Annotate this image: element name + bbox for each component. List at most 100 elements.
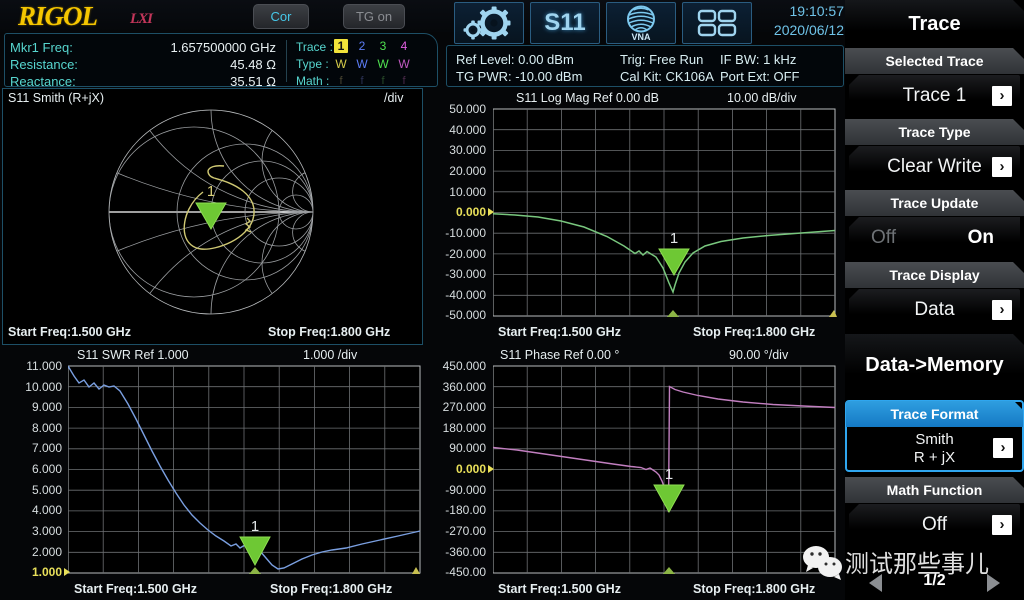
swr-ytick-4: 7.000 xyxy=(31,441,62,455)
rigol-logo: RIGOL xyxy=(18,1,98,31)
chevron-right-icon[interactable]: › xyxy=(992,157,1012,177)
menu-head-trace-format: Trace Format xyxy=(846,401,1023,427)
chevron-right-icon[interactable]: › xyxy=(992,515,1012,535)
chevron-right-icon[interactable]: › xyxy=(992,86,1012,106)
info-divider xyxy=(286,40,287,82)
logmag-ytick-9: -40.000 xyxy=(445,288,486,302)
menu-item-trace-format[interactable]: Smith R + jX › xyxy=(848,427,1019,469)
trace-update-on[interactable]: On xyxy=(968,217,994,259)
trig-text: Trig: Free Run xyxy=(620,52,704,67)
logmag-ytick-1: 40.000 xyxy=(449,123,486,137)
phase-start-freq: Start Freq:1.500 GHz xyxy=(498,582,621,596)
logmag-marker-label: 1 xyxy=(670,230,678,247)
s-parameter-button[interactable]: S11 xyxy=(530,2,600,44)
logmag-ytick-2: 30.000 xyxy=(449,143,486,157)
trace-type-4: W xyxy=(398,57,410,71)
swr-plot[interactable]: 1 xyxy=(68,362,422,577)
clock-display: 19:10:57 2020/06/12 xyxy=(756,2,844,40)
menu-pager: 1/2 xyxy=(845,570,1024,596)
menu-head-trace-type: Trace Type xyxy=(845,119,1024,145)
menu-item-data-to-memory[interactable]: Data->Memory xyxy=(845,334,1024,394)
menu-item-trace-display[interactable]: Data › xyxy=(849,289,1020,331)
phase-ytick-2: 270.000 xyxy=(442,400,486,414)
trace-math-2: f xyxy=(360,75,364,87)
phase-ytick-7: -180.00 xyxy=(445,503,486,517)
trace-num-3[interactable]: 3 xyxy=(376,39,390,53)
phase-stop-freq: Stop Freq:1.800 GHz xyxy=(693,582,816,596)
trace-num-2[interactable]: 2 xyxy=(355,39,369,53)
tg-pwr-text: TG PWR: -10.00 dBm xyxy=(456,69,583,84)
phase-marker-label: 1 xyxy=(665,466,673,483)
logmag-plot[interactable]: 1 xyxy=(493,105,837,320)
trace-type-2: W xyxy=(356,57,368,71)
chevron-right-icon[interactable]: › xyxy=(992,300,1012,320)
vna-mode-button[interactable]: VNA xyxy=(606,2,676,44)
logmag-ytick-3: 20.000 xyxy=(449,164,486,178)
vna-icon: VNA xyxy=(627,5,655,42)
menu-head-math-function: Math Function xyxy=(845,477,1024,503)
menu-item-trace-update[interactable]: Off On xyxy=(849,217,1020,259)
trace-num-4[interactable]: 4 xyxy=(397,39,411,53)
logmag-ytick-ref: 0.000 xyxy=(455,205,486,219)
swr-ref-arrow xyxy=(64,568,70,576)
phase-ytick-4: 90.000 xyxy=(449,441,486,455)
cal-kit-text: Cal Kit: CK106A xyxy=(620,69,714,84)
gear-icon xyxy=(463,6,511,40)
swr-stop-freq: Stop Freq:1.800 GHz xyxy=(270,582,393,596)
phase-ytick-0: 450.000 xyxy=(442,359,486,373)
layout-button[interactable] xyxy=(682,2,752,44)
trace-num-1[interactable]: 1 xyxy=(334,39,348,53)
phase-ytick-8: -270.00 xyxy=(445,524,486,538)
port-ext-text: Port Ext: OFF xyxy=(720,69,800,84)
clock-time: 19:10:57 xyxy=(789,3,845,19)
logmag-ytick-6: -10.000 xyxy=(445,226,486,240)
swr-ytick-6: 5.000 xyxy=(31,483,62,497)
logmag-start-freq: Start Freq:1.500 GHz xyxy=(498,325,621,339)
swr-ytick-5: 6.000 xyxy=(31,462,62,476)
logmag-title: S11 Log Mag Ref 0.00 dB xyxy=(516,91,659,105)
phase-plot[interactable]: 1 xyxy=(493,362,837,577)
logmag-ytick-10: -50.000 xyxy=(445,308,486,322)
if-bw-text: IF BW: 1 kHz xyxy=(720,52,797,67)
phase-ytick-6: -90.000 xyxy=(445,483,486,497)
reactance-value: 35.51 Ω xyxy=(230,74,276,89)
resistance-value: 45.48 Ω xyxy=(230,57,276,72)
top-header-bar: RIGOL LXI Cor TG on S11 VNA 19:10:57 202… xyxy=(0,0,845,44)
ref-level-text: Ref Level: 0.00 dBm xyxy=(456,52,574,67)
chevron-right-icon[interactable]: › xyxy=(993,438,1013,458)
swr-start-freq: Start Freq:1.500 GHz xyxy=(74,582,197,596)
swr-ytick-3: 8.000 xyxy=(31,421,62,435)
menu-item-math-function[interactable]: Off › xyxy=(849,504,1020,546)
logmag-ytick-7: -20.000 xyxy=(445,247,486,261)
side-menu: Trace Selected Trace Trace 1 › Trace Typ… xyxy=(845,0,1024,600)
grid-icon xyxy=(697,9,737,37)
logmag-ytick-0: 50.000 xyxy=(449,102,486,116)
phase-ytick-10: -450.00 xyxy=(445,565,486,579)
menu-item-trace-type[interactable]: Clear Write › xyxy=(849,146,1020,188)
right-triangle-icon[interactable] xyxy=(987,574,1000,592)
vna-screen: RIGOL LXI Cor TG on S11 VNA 19:10:57 202… xyxy=(0,0,1024,600)
phase-ytick-1: 360.000 xyxy=(442,380,486,394)
menu-item-selected-trace[interactable]: Trace 1 › xyxy=(849,75,1020,117)
lxi-logo: LXI xyxy=(130,11,153,27)
swr-ytick-7: 4.000 xyxy=(31,503,62,517)
cor-button[interactable]: Cor xyxy=(253,4,309,29)
swr-ytick-8: 3.000 xyxy=(31,524,62,538)
reactance-label: Reactance: xyxy=(10,74,76,89)
smith-marker-label: 1 xyxy=(207,183,215,200)
settings-button[interactable] xyxy=(454,2,524,44)
swr-div: 1.000 /div xyxy=(303,348,358,362)
swr-marker-label: 1 xyxy=(251,518,259,535)
trace-update-off[interactable]: Off xyxy=(871,217,896,259)
swr-ytick-1: 10.000 xyxy=(25,380,62,394)
marker-freq-label: Mkr1 Freq: xyxy=(10,40,73,55)
tg-on-button[interactable]: TG on xyxy=(343,4,405,29)
smith-marker-triangle[interactable] xyxy=(195,202,227,231)
smith-div: /div xyxy=(384,91,404,105)
phase-title: S11 Phase Ref 0.00 ° xyxy=(500,348,620,362)
smith-title: S11 Smith (R+jX) xyxy=(8,91,104,105)
trace-math-4: f xyxy=(402,75,406,87)
phase-ytick-9: -360.00 xyxy=(445,545,486,559)
smith-start-freq: Start Freq:1.500 GHz xyxy=(8,325,131,339)
smith-chart-plot: 1 xyxy=(108,109,314,315)
